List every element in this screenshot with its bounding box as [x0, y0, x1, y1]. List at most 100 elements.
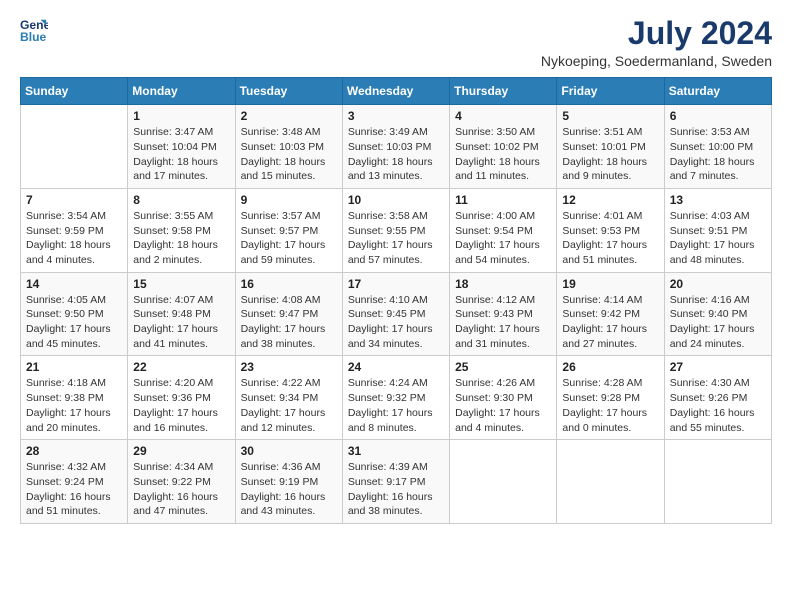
day-info: Sunrise: 4:26 AMSunset: 9:30 PMDaylight:…	[455, 376, 551, 435]
calendar-week-2: 7Sunrise: 3:54 AMSunset: 9:59 PMDaylight…	[21, 188, 772, 272]
calendar-cell: 30 Sunrise: 4:36 AMSunset: 9:19 PMDayligh…	[235, 440, 342, 524]
calendar-cell: 20Sunrise: 4:16 AMSunset: 9:40 PMDayligh…	[664, 272, 771, 356]
calendar-cell: 28 Sunrise: 4:32 AMSunset: 9:24 PMDayligh…	[21, 440, 128, 524]
day-info: Sunrise: 4:30 AMSunset: 9:26 PMDaylight:…	[670, 376, 766, 435]
col-header-saturday: Saturday	[664, 78, 771, 105]
day-number: 19	[562, 277, 658, 291]
day-number: 31	[348, 444, 444, 458]
calendar-week-3: 14 Sunrise: 4:05 AMSunset: 9:50 PMDayligh…	[21, 272, 772, 356]
day-info: Sunrise: 4:01 AMSunset: 9:53 PMDaylight:…	[562, 209, 658, 268]
col-header-tuesday: Tuesday	[235, 78, 342, 105]
day-number: 11	[455, 193, 551, 207]
calendar-cell	[664, 440, 771, 524]
day-number: 23	[241, 360, 337, 374]
day-info: Sunrise: 4:03 AMSunset: 9:51 PMDaylight:…	[670, 209, 766, 268]
day-info: Sunrise: 4:32 AMSunset: 9:24 PMDaylight:…	[26, 460, 122, 519]
col-header-monday: Monday	[128, 78, 235, 105]
calendar-cell: 31 Sunrise: 4:39 AMSunset: 9:17 PMDayligh…	[342, 440, 449, 524]
day-info: Sunrise: 3:51 AMSunset: 10:01 PMDaylight…	[562, 125, 658, 184]
calendar-cell: 19 Sunrise: 4:14 AMSunset: 9:42 PMDayligh…	[557, 272, 664, 356]
day-number: 24	[348, 360, 444, 374]
col-header-thursday: Thursday	[450, 78, 557, 105]
day-number: 30	[241, 444, 337, 458]
calendar-cell: 21 Sunrise: 4:18 AMSunset: 9:38 PMDayligh…	[21, 356, 128, 440]
day-info: Sunrise: 3:49 AMSunset: 10:03 PMDaylight…	[348, 125, 444, 184]
day-number: 28	[26, 444, 122, 458]
calendar-week-1: 1 Sunrise: 3:47 AMSunset: 10:04 PMDayligh…	[21, 105, 772, 189]
day-number: 14	[26, 277, 122, 291]
calendar-cell: 16Sunrise: 4:08 AMSunset: 9:47 PMDayligh…	[235, 272, 342, 356]
day-number: 7	[26, 193, 122, 207]
calendar-cell: 29Sunrise: 4:34 AMSunset: 9:22 PMDayligh…	[128, 440, 235, 524]
title-block: July 2024 Nykoeping, Soedermanland, Swed…	[541, 16, 772, 69]
day-info: Sunrise: 3:58 AMSunset: 9:55 PMDaylight:…	[348, 209, 444, 268]
logo-icon: General Blue	[20, 16, 48, 44]
day-info: Sunrise: 4:07 AMSunset: 9:48 PMDaylight:…	[133, 293, 229, 352]
day-number: 26	[562, 360, 658, 374]
day-number: 8	[133, 193, 229, 207]
day-number: 18	[455, 277, 551, 291]
day-number: 21	[26, 360, 122, 374]
day-info: Sunrise: 4:00 AMSunset: 9:54 PMDaylight:…	[455, 209, 551, 268]
day-number: 27	[670, 360, 766, 374]
day-info: Sunrise: 4:36 AMSunset: 9:19 PMDaylight:…	[241, 460, 337, 519]
day-number: 10	[348, 193, 444, 207]
day-info: Sunrise: 4:39 AMSunset: 9:17 PMDaylight:…	[348, 460, 444, 519]
day-info: Sunrise: 4:34 AMSunset: 9:22 PMDaylight:…	[133, 460, 229, 519]
day-info: Sunrise: 4:20 AMSunset: 9:36 PMDaylight:…	[133, 376, 229, 435]
calendar-cell: 4Sunrise: 3:50 AMSunset: 10:02 PMDayligh…	[450, 105, 557, 189]
col-header-wednesday: Wednesday	[342, 78, 449, 105]
calendar-cell	[450, 440, 557, 524]
day-number: 6	[670, 109, 766, 123]
calendar-cell: 6 Sunrise: 3:53 AMSunset: 10:00 PMDayligh…	[664, 105, 771, 189]
day-info: Sunrise: 4:14 AMSunset: 9:42 PMDaylight:…	[562, 293, 658, 352]
day-number: 4	[455, 109, 551, 123]
day-info: Sunrise: 4:28 AMSunset: 9:28 PMDaylight:…	[562, 376, 658, 435]
calendar-cell: 10 Sunrise: 3:58 AMSunset: 9:55 PMDayligh…	[342, 188, 449, 272]
calendar-table: SundayMondayTuesdayWednesdayThursdayFrid…	[20, 77, 772, 524]
calendar-cell: 26 Sunrise: 4:28 AMSunset: 9:28 PMDayligh…	[557, 356, 664, 440]
calendar-week-4: 21 Sunrise: 4:18 AMSunset: 9:38 PMDayligh…	[21, 356, 772, 440]
day-info: Sunrise: 4:16 AMSunset: 9:40 PMDaylight:…	[670, 293, 766, 352]
calendar-cell: 13Sunrise: 4:03 AMSunset: 9:51 PMDayligh…	[664, 188, 771, 272]
calendar-cell: 14 Sunrise: 4:05 AMSunset: 9:50 PMDayligh…	[21, 272, 128, 356]
day-info: Sunrise: 3:57 AMSunset: 9:57 PMDaylight:…	[241, 209, 337, 268]
day-number: 22	[133, 360, 229, 374]
day-number: 12	[562, 193, 658, 207]
day-info: Sunrise: 4:05 AMSunset: 9:50 PMDaylight:…	[26, 293, 122, 352]
month-year: July 2024	[541, 16, 772, 51]
calendar-cell: 27 Sunrise: 4:30 AMSunset: 9:26 PMDayligh…	[664, 356, 771, 440]
calendar-week-5: 28 Sunrise: 4:32 AMSunset: 9:24 PMDayligh…	[21, 440, 772, 524]
day-info: Sunrise: 4:08 AMSunset: 9:47 PMDaylight:…	[241, 293, 337, 352]
calendar-header-row: SundayMondayTuesdayWednesdayThursdayFrid…	[21, 78, 772, 105]
location: Nykoeping, Soedermanland, Sweden	[541, 53, 772, 69]
day-number: 25	[455, 360, 551, 374]
page-header: General Blue July 2024 Nykoeping, Soeder…	[20, 16, 772, 69]
day-info: Sunrise: 4:12 AMSunset: 9:43 PMDaylight:…	[455, 293, 551, 352]
day-number: 15	[133, 277, 229, 291]
calendar-cell: 18 Sunrise: 4:12 AMSunset: 9:43 PMDayligh…	[450, 272, 557, 356]
day-info: Sunrise: 4:24 AMSunset: 9:32 PMDaylight:…	[348, 376, 444, 435]
day-info: Sunrise: 4:18 AMSunset: 9:38 PMDaylight:…	[26, 376, 122, 435]
day-number: 9	[241, 193, 337, 207]
day-info: Sunrise: 3:47 AMSunset: 10:04 PMDaylight…	[133, 125, 229, 184]
calendar-cell: 8Sunrise: 3:55 AMSunset: 9:58 PMDaylight…	[128, 188, 235, 272]
svg-text:Blue: Blue	[20, 30, 47, 44]
day-number: 1	[133, 109, 229, 123]
calendar-cell	[21, 105, 128, 189]
day-info: Sunrise: 4:10 AMSunset: 9:45 PMDaylight:…	[348, 293, 444, 352]
day-info: Sunrise: 3:48 AMSunset: 10:03 PMDaylight…	[241, 125, 337, 184]
day-number: 2	[241, 109, 337, 123]
calendar-cell: 7Sunrise: 3:54 AMSunset: 9:59 PMDaylight…	[21, 188, 128, 272]
col-header-sunday: Sunday	[21, 78, 128, 105]
day-number: 3	[348, 109, 444, 123]
calendar-cell: 9 Sunrise: 3:57 AMSunset: 9:57 PMDaylight…	[235, 188, 342, 272]
logo: General Blue	[20, 16, 48, 44]
calendar-cell: 24 Sunrise: 4:24 AMSunset: 9:32 PMDayligh…	[342, 356, 449, 440]
calendar-cell	[557, 440, 664, 524]
day-number: 5	[562, 109, 658, 123]
day-info: Sunrise: 4:22 AMSunset: 9:34 PMDaylight:…	[241, 376, 337, 435]
day-info: Sunrise: 3:53 AMSunset: 10:00 PMDaylight…	[670, 125, 766, 184]
calendar-cell: 22 Sunrise: 4:20 AMSunset: 9:36 PMDayligh…	[128, 356, 235, 440]
calendar-cell: 12 Sunrise: 4:01 AMSunset: 9:53 PMDayligh…	[557, 188, 664, 272]
